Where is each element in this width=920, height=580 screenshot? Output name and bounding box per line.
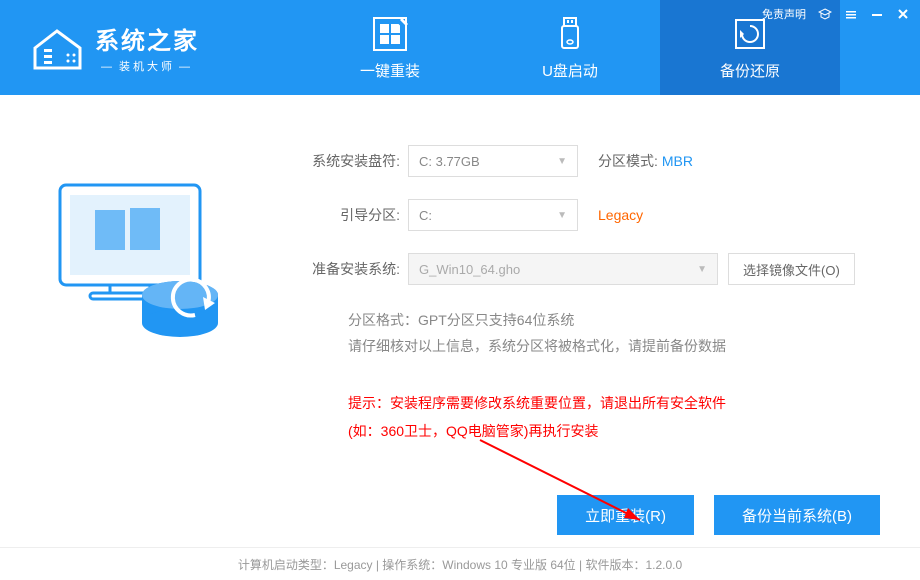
prepare-system-select[interactable]: G_Win10_64.gho ▼ [408, 253, 718, 285]
install-drive-select[interactable]: C: 3.77GB ▼ [408, 145, 578, 177]
close-button[interactable] [896, 7, 910, 21]
chevron-down-icon: ▼ [557, 156, 567, 167]
footer: 计算机启动类型：Legacy | 操作系统：Windows 10 专业版 64位… [0, 547, 920, 573]
select-value: G_Win10_64.gho [419, 262, 520, 277]
reinstall-button[interactable]: 立即重装(R) [557, 495, 694, 535]
select-value: C: 3.77GB [419, 154, 480, 169]
tab-label: U盘启动 [542, 60, 598, 81]
tab-label: 一键重装 [360, 60, 420, 81]
logo-title: 系统之家 [95, 21, 199, 56]
warning-text: 提示：安装程序需要修改系统重要位置，请退出所有安全软件 (如：360卫士，QQ电… [348, 389, 880, 445]
info-text: 分区格式：GPT分区只支持64位系统 请仔细核对以上信息，系统分区将被格式化，请… [348, 307, 880, 359]
tab-usb-boot[interactable]: U盘启动 [480, 0, 660, 95]
illustration [40, 145, 260, 445]
boot-partition-select[interactable]: C: ▼ [408, 199, 578, 231]
logo-icon [30, 23, 85, 73]
minimize-button[interactable] [870, 7, 884, 21]
info-line: 分区格式：GPT分区只支持64位系统 [348, 307, 880, 333]
tab-reinstall[interactable]: 一键重装 [300, 0, 480, 95]
usb-icon [550, 14, 590, 54]
partition-mode-label: 分区模式: [598, 151, 658, 171]
logo-subtitle: 装机大师 [95, 58, 199, 74]
form-area: 系统安装盘符: C: 3.77GB ▼ 分区模式: MBR 引导分区: C: ▼… [260, 145, 880, 445]
windows-icon [370, 14, 410, 54]
warning-line: 提示：安装程序需要修改系统重要位置，请退出所有安全软件 [348, 389, 880, 417]
info-line: 请仔细核对以上信息，系统分区将被格式化，请提前备份数据 [348, 333, 880, 359]
window-controls: 免责声明 [762, 6, 910, 22]
action-buttons: 立即重装(R) 备份当前系统(B) [0, 495, 920, 547]
main-content: 系统安装盘符: C: 3.77GB ▼ 分区模式: MBR 引导分区: C: ▼… [0, 95, 920, 465]
chevron-down-icon: ▼ [697, 264, 707, 275]
tabs: 一键重装 U盘启动 备份还原 [300, 0, 840, 95]
choose-image-button[interactable]: 选择镜像文件(O) [728, 253, 855, 285]
boot-type-value: Legacy [598, 207, 643, 223]
disclaimer-link[interactable]: 免责声明 [762, 6, 806, 22]
header: 系统之家 装机大师 一键重装 U盘启动 备份还原 免责声明 [0, 0, 920, 95]
select-value: C: [419, 208, 432, 223]
logo: 系统之家 装机大师 [0, 21, 300, 74]
footer-text: 计算机启动类型：Legacy | 操作系统：Windows 10 专业版 64位… [238, 558, 682, 572]
graduation-icon[interactable] [818, 7, 832, 21]
partition-mode-value: MBR [662, 153, 693, 169]
backup-button[interactable]: 备份当前系统(B) [714, 495, 880, 535]
install-drive-label: 系统安装盘符: [300, 151, 400, 171]
boot-partition-label: 引导分区: [300, 205, 400, 225]
warning-line: (如：360卫士，QQ电脑管家)再执行安装 [348, 417, 880, 445]
tab-label: 备份还原 [720, 60, 780, 81]
prepare-system-label: 准备安装系统: [300, 259, 400, 279]
settings-icon[interactable] [844, 7, 858, 21]
chevron-down-icon: ▼ [557, 210, 567, 221]
